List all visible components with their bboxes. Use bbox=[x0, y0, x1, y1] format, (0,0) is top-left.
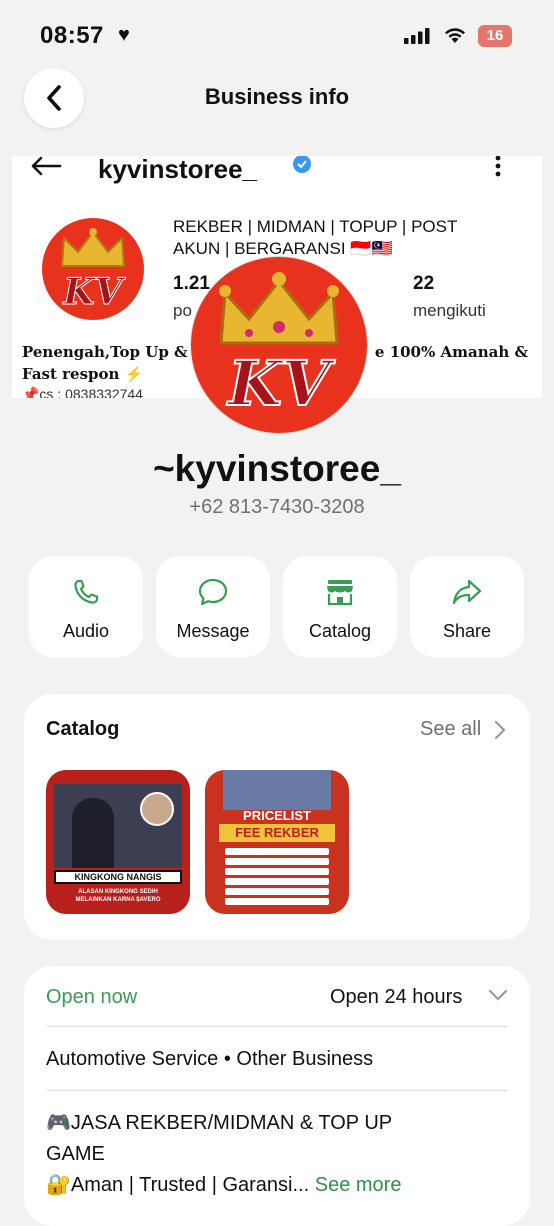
arrow-left-icon bbox=[31, 156, 62, 176]
message-icon bbox=[198, 578, 228, 606]
catalog-item-photo bbox=[223, 770, 331, 810]
see-more-link[interactable]: See more bbox=[315, 1174, 402, 1196]
business-phone[interactable]: +62 813-7430-3208 bbox=[0, 496, 554, 519]
cover-following-label: mengikuti bbox=[413, 301, 486, 320]
cover-bio-line: REKBER | MIDMAN | TOPUP | POST bbox=[173, 217, 458, 236]
page-title: Business info bbox=[204, 84, 350, 109]
action-label: Share bbox=[442, 621, 492, 641]
description-line: 🔐Aman | Trusted | Garansi... bbox=[46, 1174, 310, 1196]
business-name: ~kyvinstoree_ bbox=[153, 448, 401, 489]
chevron-right-icon[interactable] bbox=[494, 720, 506, 740]
battery-level: 16 bbox=[486, 27, 504, 44]
cover-cs-text: 📌cs : 0838332744 bbox=[22, 386, 143, 398]
catalog-item[interactable]: KINGKONG NANGIS ALASAN KINGKONG SEDIH ME… bbox=[46, 770, 190, 914]
divider bbox=[46, 1090, 508, 1091]
cover-stat-value: 1.21 bbox=[173, 273, 210, 294]
cover-username: kyvinstoree_ bbox=[98, 156, 257, 184]
wifi-icon bbox=[445, 28, 465, 43]
profile-avatar[interactable]: KV bbox=[190, 256, 368, 434]
cellular-signal-icon bbox=[404, 28, 430, 44]
storefront-icon bbox=[327, 580, 353, 606]
svg-text:KV: KV bbox=[62, 271, 125, 313]
cover-following-count: 22 bbox=[413, 273, 435, 294]
catalog-button[interactable]: Catalog bbox=[283, 556, 397, 657]
see-all-link[interactable]: See all bbox=[420, 718, 481, 741]
catalog-item-caption: ALASAN KINGKONG SEDIH MELAINKAN KARNA $A… bbox=[75, 889, 161, 903]
svg-text:KV: KV bbox=[226, 347, 336, 420]
cover-bio: REKBER | MIDMAN | TOPUP | POST AKUN | BE… bbox=[173, 216, 503, 260]
action-label: Audio bbox=[62, 621, 110, 641]
heart-icon: ♥ bbox=[118, 24, 130, 46]
catalog-item-banner: KINGKONG NANGIS bbox=[54, 870, 182, 884]
cover-bio-line: AKUN | BERGARANSI 🇮🇩🇲🇾 bbox=[173, 239, 393, 258]
cover-bio-text: Penengah,Top Up & bbox=[22, 343, 188, 361]
open-status: Open now bbox=[46, 986, 138, 1008]
catalog-title: Catalog bbox=[46, 718, 120, 740]
message-button[interactable]: Message bbox=[156, 556, 270, 657]
status-time: 08:57 bbox=[40, 22, 104, 49]
share-arrow-icon bbox=[452, 579, 482, 605]
catalog-item-banner-top: PRICELIST bbox=[243, 808, 311, 823]
cover-stat-label: po bbox=[173, 301, 192, 320]
audio-call-button[interactable]: Audio bbox=[29, 556, 143, 657]
description-line: 🎮JASA REKBER/MIDMAN & TOP UP bbox=[46, 1112, 393, 1134]
divider bbox=[46, 1026, 508, 1027]
battery-indicator: 16 bbox=[478, 25, 512, 47]
catalog-item-photo bbox=[54, 784, 182, 868]
cover-avatar: KV bbox=[42, 218, 144, 320]
share-button[interactable]: Share bbox=[410, 556, 524, 657]
catalog-card: Catalog See all KINGKONG NANGIS ALASAN K… bbox=[24, 694, 530, 940]
chevron-down-icon[interactable] bbox=[488, 988, 508, 1002]
business-description: 🎮JASA REKBER/MIDMAN & TOP UP GAME 🔐Aman … bbox=[46, 1108, 508, 1201]
action-label: Catalog bbox=[308, 621, 372, 641]
action-label: Message bbox=[176, 621, 250, 641]
business-details-card: Open now Open 24 hours Automotive Servic… bbox=[24, 966, 530, 1226]
pricelist-table bbox=[225, 848, 329, 908]
cover-bio-text: e 100% Amanah & bbox=[374, 343, 528, 361]
business-hours[interactable]: Open 24 hours bbox=[330, 986, 462, 1009]
catalog-item-banner-bottom: FEE REKBER bbox=[219, 824, 335, 842]
phone-icon bbox=[74, 579, 99, 604]
description-line: GAME bbox=[46, 1143, 105, 1165]
more-vertical-icon bbox=[495, 156, 501, 177]
business-category: Automotive Service • Other Business bbox=[46, 1048, 374, 1070]
verified-badge-icon bbox=[293, 156, 311, 173]
catalog-item[interactable]: PRICELIST FEE REKBER bbox=[205, 770, 349, 914]
